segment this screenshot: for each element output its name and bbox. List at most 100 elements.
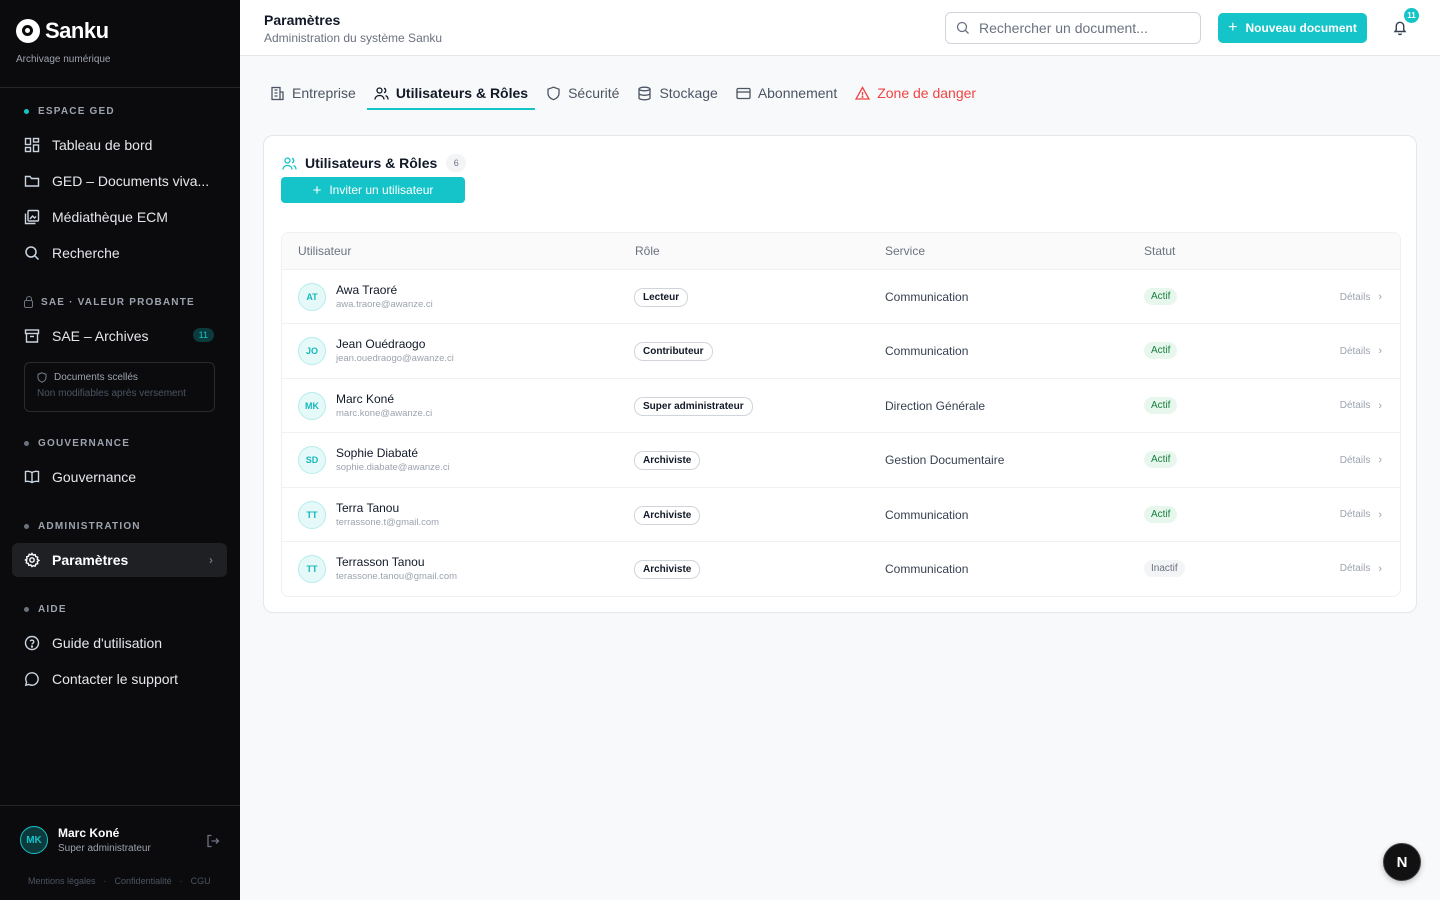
table-row[interactable]: AT Awa Traoré awa.traore@awanze.ci Lecteur C… — [282, 270, 1400, 325]
user-name: Jean Ouédraogo — [336, 337, 426, 352]
search-box[interactable] — [945, 12, 1201, 44]
column-header-service[interactable]: Service — [885, 244, 925, 258]
divider — [0, 87, 240, 88]
details-link[interactable]: Détails › — [1340, 563, 1382, 575]
gear-icon — [24, 552, 40, 568]
tab-securite[interactable]: Sécurité — [539, 78, 626, 108]
sidebar-item-mediatheque[interactable]: Médiathèque ECM — [12, 200, 227, 234]
chevron-right-icon: › — [1378, 345, 1382, 358]
chevron-right-icon: › — [209, 553, 213, 567]
user-email: marc.kone@awanze.ci — [336, 407, 433, 419]
sidebar-item-gouvernance[interactable]: Gouvernance — [12, 460, 227, 494]
table-row[interactable]: TT Terra Tanou terrassone.t@gmail.com Archi… — [282, 488, 1400, 542]
details-link[interactable]: Détails › — [1340, 291, 1382, 303]
tab-abonnement[interactable]: Abonnement — [729, 78, 844, 108]
sidebar-item-support[interactable]: Contacter le support — [12, 662, 227, 696]
user-service: Communication — [885, 507, 969, 522]
credit-card-icon — [736, 87, 751, 99]
table-row[interactable]: MK Marc Koné marc.kone@awanze.ci Super admi… — [282, 379, 1400, 434]
sealed-subtitle: Non modifiables après versement — [37, 388, 186, 399]
archive-icon — [24, 329, 40, 343]
avatar: AT — [298, 283, 326, 311]
sidebar-item-ged-documents[interactable]: GED – Documents viva... — [12, 164, 227, 198]
tab-stockage[interactable]: Stockage — [630, 78, 724, 108]
tab-entreprise[interactable]: Entreprise — [263, 78, 363, 108]
avatar: JO — [298, 337, 326, 366]
user-name: Sophie Diabaté — [336, 446, 419, 461]
details-link[interactable]: Détails › — [1340, 454, 1382, 466]
user-email: sophie.diabate@awanze.ci — [336, 462, 450, 474]
user-email: terrassone.t@gmail.com — [336, 516, 440, 528]
bell-icon[interactable] — [1392, 19, 1408, 36]
sidebar-item-tableau-de-bord[interactable]: Tableau de bord — [12, 128, 227, 162]
sidebar-item-parametres[interactable]: Paramètres › — [12, 543, 227, 577]
logout-icon[interactable] — [206, 834, 220, 848]
sidebar: Sanku Archivage numérique ESPACE GED Tab… — [0, 0, 240, 900]
search-input[interactable] — [979, 20, 1179, 36]
avatar: MK — [298, 391, 326, 420]
brand-logo-link[interactable]: Sanku — [16, 18, 109, 44]
users-roles-card: Utilisateurs & Rôles 6 + Inviter un util… — [263, 135, 1417, 613]
invite-user-button[interactable]: + Inviter un utilisateur — [281, 177, 465, 203]
status-badge: Actif — [1144, 288, 1178, 305]
section-sae: SAE · VALEUR PROBANTE — [24, 295, 195, 308]
tab-zone-de-danger[interactable]: Zone de danger — [848, 78, 983, 108]
chevron-right-icon: › — [1378, 291, 1382, 303]
user-service: Communication — [885, 344, 969, 359]
sidebar-item-sae-archives[interactable]: SAE – Archives 11 — [12, 319, 227, 353]
user-email: jean.ouedraogo@awanze.ci — [336, 353, 454, 365]
privacy-link[interactable]: Confidentialité — [115, 876, 172, 886]
sidebar-item-label: Guide d'utilisation — [52, 635, 163, 651]
details-link[interactable]: Détails › — [1340, 400, 1382, 412]
role-badge: Archiviste — [634, 505, 701, 525]
sidebar-item-guide[interactable]: Guide d'utilisation — [12, 626, 227, 660]
user-name: Terra Tanou — [336, 500, 400, 515]
legal-link[interactable]: Mentions légales — [28, 876, 96, 886]
column-header-statut[interactable]: Statut — [1144, 244, 1175, 258]
details-link[interactable]: Détails › — [1340, 345, 1382, 357]
section-espace-ged: ESPACE GED — [24, 106, 115, 117]
details-label: Détails — [1339, 509, 1371, 521]
details-label: Détails — [1339, 563, 1371, 575]
role-badge: Archiviste — [634, 451, 701, 471]
avatar: TT — [298, 500, 326, 529]
page-subtitle: Administration du système Sanku — [264, 31, 443, 45]
shield-icon — [547, 86, 560, 100]
tab-utilisateurs-roles[interactable]: Utilisateurs & Rôles — [366, 78, 536, 110]
details-label: Détails — [1339, 345, 1371, 357]
floating-action-button[interactable]: N — [1383, 843, 1421, 881]
top-header: Paramètres Administration du système San… — [240, 0, 1440, 56]
chevron-right-icon: › — [1378, 508, 1382, 521]
divider — [0, 805, 240, 806]
chevron-right-icon: › — [1378, 399, 1382, 412]
user-name: Marc Koné — [58, 826, 120, 840]
table-row[interactable]: TT Terrasson Tanou terassone.tanou@gmail.c… — [282, 542, 1400, 596]
table-row[interactable]: SD Sophie Diabaté sophie.diabate@awanze.ci… — [282, 433, 1400, 488]
book-icon — [24, 470, 40, 484]
user-service: Gestion Documentaire — [885, 453, 1005, 468]
users-icon — [374, 86, 389, 100]
status-badge: Inactif — [1144, 559, 1185, 577]
settings-tabs: Entreprise Utilisateurs & Rôles Sécurité… — [263, 78, 987, 110]
sidebar-item-label: SAE – Archives — [52, 328, 149, 344]
sealed-title: Documents scellés — [54, 372, 138, 383]
new-document-button[interactable]: + Nouveau document — [1218, 13, 1367, 43]
role-badge: Contributeur — [634, 342, 713, 362]
details-label: Détails — [1339, 400, 1371, 412]
table-row[interactable]: JO Jean Ouédraogo jean.ouedraogo@awanze.ci… — [282, 324, 1400, 379]
role-badge: Super administrateur — [634, 396, 753, 416]
column-header-role[interactable]: Rôle — [635, 244, 660, 258]
lock-icon — [24, 295, 33, 308]
section-gouvernance: GOUVERNANCE — [24, 438, 130, 449]
section-aide: AIDE — [24, 604, 67, 615]
chevron-right-icon: › — [1378, 562, 1382, 575]
terms-link[interactable]: CGU — [191, 876, 211, 886]
sidebar-item-label: Tableau de bord — [52, 137, 153, 153]
sidebar-item-label: Médiathèque ECM — [52, 209, 168, 225]
column-header-utilisateur[interactable]: Utilisateur — [298, 244, 351, 258]
details-link[interactable]: Détails › — [1340, 509, 1382, 521]
invite-user-label: Inviter un utilisateur — [329, 183, 434, 197]
section-administration: ADMINISTRATION — [24, 521, 141, 532]
brand-name: Sanku — [45, 18, 109, 43]
sidebar-item-recherche[interactable]: Recherche — [12, 236, 227, 270]
